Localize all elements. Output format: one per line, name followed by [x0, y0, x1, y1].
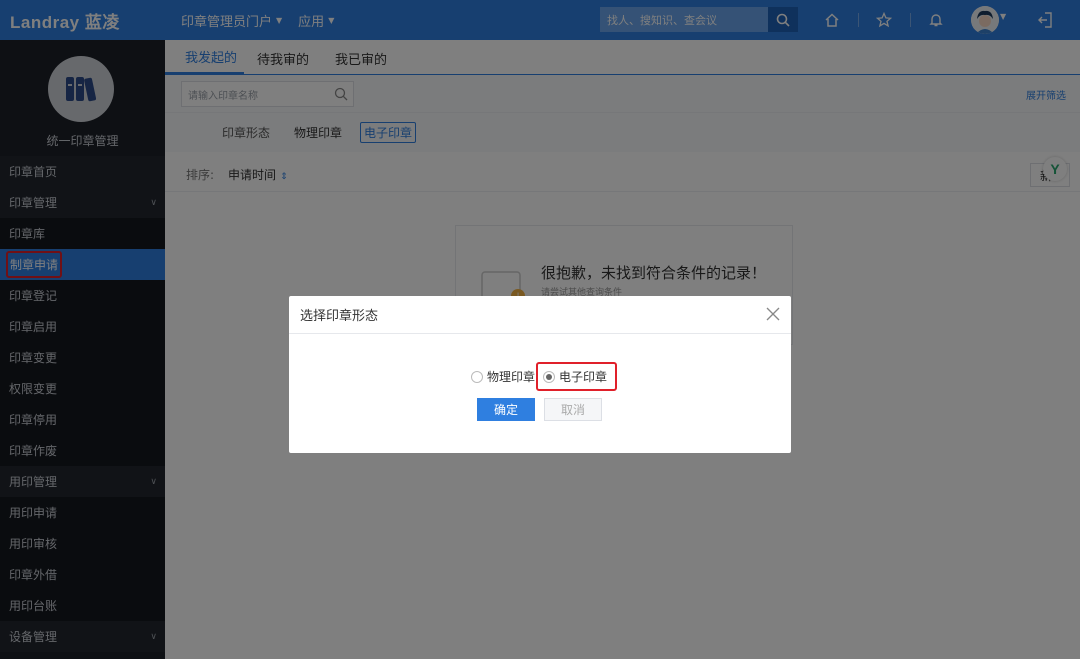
dialog-header: 选择印章形态 — [289, 296, 791, 334]
dialog-title: 选择印章形态 — [300, 305, 378, 324]
radio-label: 电子印章 — [559, 368, 607, 385]
radio-electronic-seal[interactable]: 电子印章 — [536, 362, 617, 391]
seal-form-radio-group: 物理印章 电子印章 — [471, 362, 617, 391]
radio-checked-icon — [543, 371, 555, 383]
radio-physical-seal[interactable]: 物理印章 — [471, 368, 535, 385]
confirm-button[interactable]: 确定 — [477, 398, 535, 421]
close-icon[interactable] — [765, 306, 781, 322]
cancel-button[interactable]: 取消 — [544, 398, 602, 421]
radio-circle-icon — [471, 371, 483, 383]
radio-label: 物理印章 — [487, 368, 535, 385]
select-seal-form-dialog: 选择印章形态 物理印章 电子印章 确定 取消 — [289, 296, 791, 453]
